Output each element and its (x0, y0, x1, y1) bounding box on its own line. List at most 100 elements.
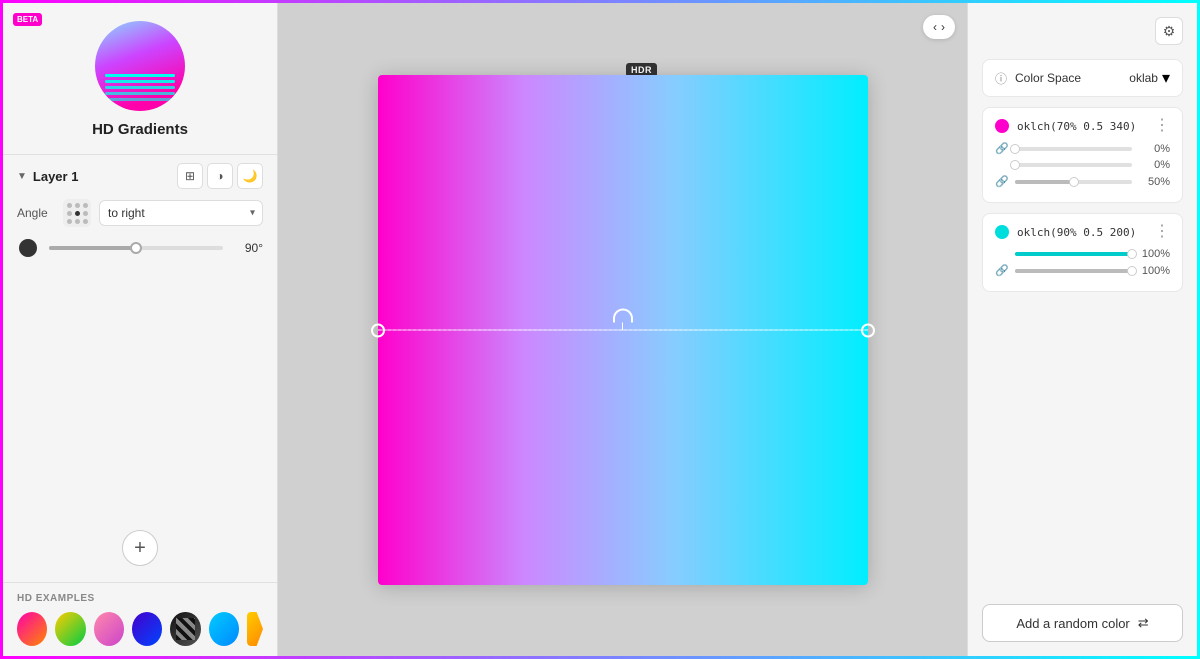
app-logo (95, 21, 185, 111)
color-dot-1[interactable] (995, 119, 1009, 133)
slider-row-2a: 100% (995, 248, 1170, 260)
slider-thumb-1c[interactable] (1069, 177, 1079, 187)
angle-select[interactable]: to right to left to top to bottom (99, 200, 263, 226)
shuffle-icon: ⇄ (1138, 615, 1149, 631)
add-random-label: Add a random color (1016, 616, 1129, 631)
layer-name: Layer 1 (33, 169, 79, 184)
layer-circle-icon[interactable]: ◑ (207, 163, 233, 189)
layer-section: ▼ Layer 1 ⊞ ◑ 🌙 Angle (3, 154, 277, 273)
layer-header: ▼ Layer 1 ⊞ ◑ 🌙 (17, 163, 263, 189)
nav-right-icon: › (941, 20, 945, 34)
gradient-preview[interactable] (378, 75, 868, 585)
gradient-line (378, 329, 868, 330)
add-layer-button[interactable]: + (122, 530, 158, 566)
dot-grid[interactable] (63, 199, 91, 227)
gradient-midpoint[interactable] (613, 308, 633, 330)
color-dot-2[interactable] (995, 225, 1009, 239)
color-label-1: oklch(70% 0.5 340) (1017, 120, 1146, 133)
layer-grid-icon[interactable]: ⊞ (177, 163, 203, 189)
slider-fill-2b (1015, 269, 1132, 273)
color-stop-2-more-button[interactable]: ⋮ (1154, 224, 1170, 240)
slider-row-1c: 🔗 50% (995, 175, 1170, 188)
color-stop-card-2: oklch(90% 0.5 200) ⋮ 100% 🔗 (982, 213, 1183, 292)
app-title: HD Gradients (92, 121, 188, 138)
dot-8 (75, 219, 80, 224)
angle-row: Angle to right to left to t (17, 199, 263, 227)
sidebar: BETA HD Gradients ▼ (3, 3, 278, 656)
slider-row-2b: 🔗 100% (995, 264, 1170, 277)
layer-moon-icon[interactable]: 🌙 (237, 163, 263, 189)
slider-thumb-1b[interactable] (1010, 160, 1020, 170)
layer-title-row: ▼ Layer 1 (17, 169, 78, 184)
layer-icons: ⊞ ◑ 🌙 (177, 163, 263, 189)
dot-4 (67, 211, 72, 216)
rotation-slider-thumb[interactable] (130, 242, 142, 254)
color-space-select[interactable]: oklab ▾ (1129, 68, 1170, 88)
example-3[interactable] (94, 612, 124, 646)
nav-left-icon: ‹ (933, 20, 937, 34)
example-5[interactable] (170, 612, 200, 646)
example-1[interactable] (17, 612, 47, 646)
slider-value-1b: 0% (1138, 159, 1170, 171)
slider-fill-1c (1015, 180, 1074, 184)
angle-label: Angle (17, 206, 55, 220)
slider-value-1c: 50% (1138, 176, 1170, 188)
right-panel: ⚙ ⓘ Color Space oklab ▾ oklch(70% 0.5 34… (967, 3, 1197, 656)
dot-1 (67, 203, 72, 208)
dot-9 (83, 219, 88, 224)
example-7[interactable] (247, 612, 263, 646)
dot-2 (75, 203, 80, 208)
slider-track-1a[interactable] (1015, 147, 1132, 151)
slider-track-2b[interactable] (1015, 269, 1132, 273)
example-4[interactable] (132, 612, 162, 646)
dot-3 (83, 203, 88, 208)
slider-fill-2a (1015, 252, 1132, 256)
main-canvas: ‹ › HDR (278, 3, 967, 656)
panel-header: ⚙ (982, 17, 1183, 45)
color-stop-2-header: oklch(90% 0.5 200) ⋮ (995, 224, 1170, 240)
color-space-value: oklab (1129, 71, 1158, 85)
link2-icon: 🔗 (995, 175, 1009, 188)
canvas-nav[interactable]: ‹ › (923, 15, 955, 39)
angle-select-wrap[interactable]: to right to left to top to bottom ▾ (99, 200, 263, 226)
sidebar-top: HD Gradients (3, 3, 277, 154)
color-stop-2-sliders: 100% 🔗 100% (995, 248, 1170, 277)
gradient-stop-right[interactable] (861, 323, 875, 337)
slider-row-1b: 0% (995, 159, 1170, 171)
color-stop-1-sliders: 🔗 0% 0% 🔗 (995, 142, 1170, 188)
slider-row-1a: 🔗 0% (995, 142, 1170, 155)
color-stop-card-1: oklch(70% 0.5 340) ⋮ 🔗 0% (982, 107, 1183, 203)
dot-5 (75, 211, 80, 216)
slider-thumb-2a[interactable] (1127, 249, 1137, 259)
beta-badge: BETA (13, 13, 42, 26)
color-space-label: Color Space (1015, 71, 1121, 85)
link3-icon: 🔗 (995, 264, 1009, 277)
layer-chevron-icon[interactable]: ▼ (17, 171, 27, 182)
color-space-row: ⓘ Color Space oklab ▾ (982, 59, 1183, 97)
slider-thumb-1a[interactable] (1010, 144, 1020, 154)
slider-track-1c[interactable] (1015, 180, 1132, 184)
rotation-slider-track[interactable] (49, 246, 223, 250)
slider-value-1a: 0% (1138, 143, 1170, 155)
color-label-2: oklch(90% 0.5 200) (1017, 226, 1146, 239)
example-6[interactable] (209, 612, 239, 646)
add-random-color-button[interactable]: Add a random color ⇄ (982, 604, 1183, 642)
dot-7 (67, 219, 72, 224)
examples-label: HD EXAMPLES (17, 593, 263, 604)
midpoint-arc-icon (613, 308, 633, 322)
rotation-icon (17, 237, 39, 259)
rotation-slider-row: 90° (17, 237, 263, 259)
gradient-stop-left[interactable] (371, 323, 385, 337)
color-stop-1-more-button[interactable]: ⋮ (1154, 118, 1170, 134)
sidebar-bottom: + (3, 273, 277, 582)
example-2[interactable] (55, 612, 85, 646)
settings-button[interactable]: ⚙ (1155, 17, 1183, 45)
rotation-slider-fill (49, 246, 136, 250)
slider-track-2a[interactable] (1015, 252, 1132, 256)
examples-row (17, 612, 263, 646)
link-icon: 🔗 (995, 142, 1009, 155)
slider-thumb-2b[interactable] (1127, 266, 1137, 276)
dot-6 (83, 211, 88, 216)
slider-track-1b[interactable] (1015, 163, 1132, 167)
slider-value-2a: 100% (1138, 248, 1170, 260)
